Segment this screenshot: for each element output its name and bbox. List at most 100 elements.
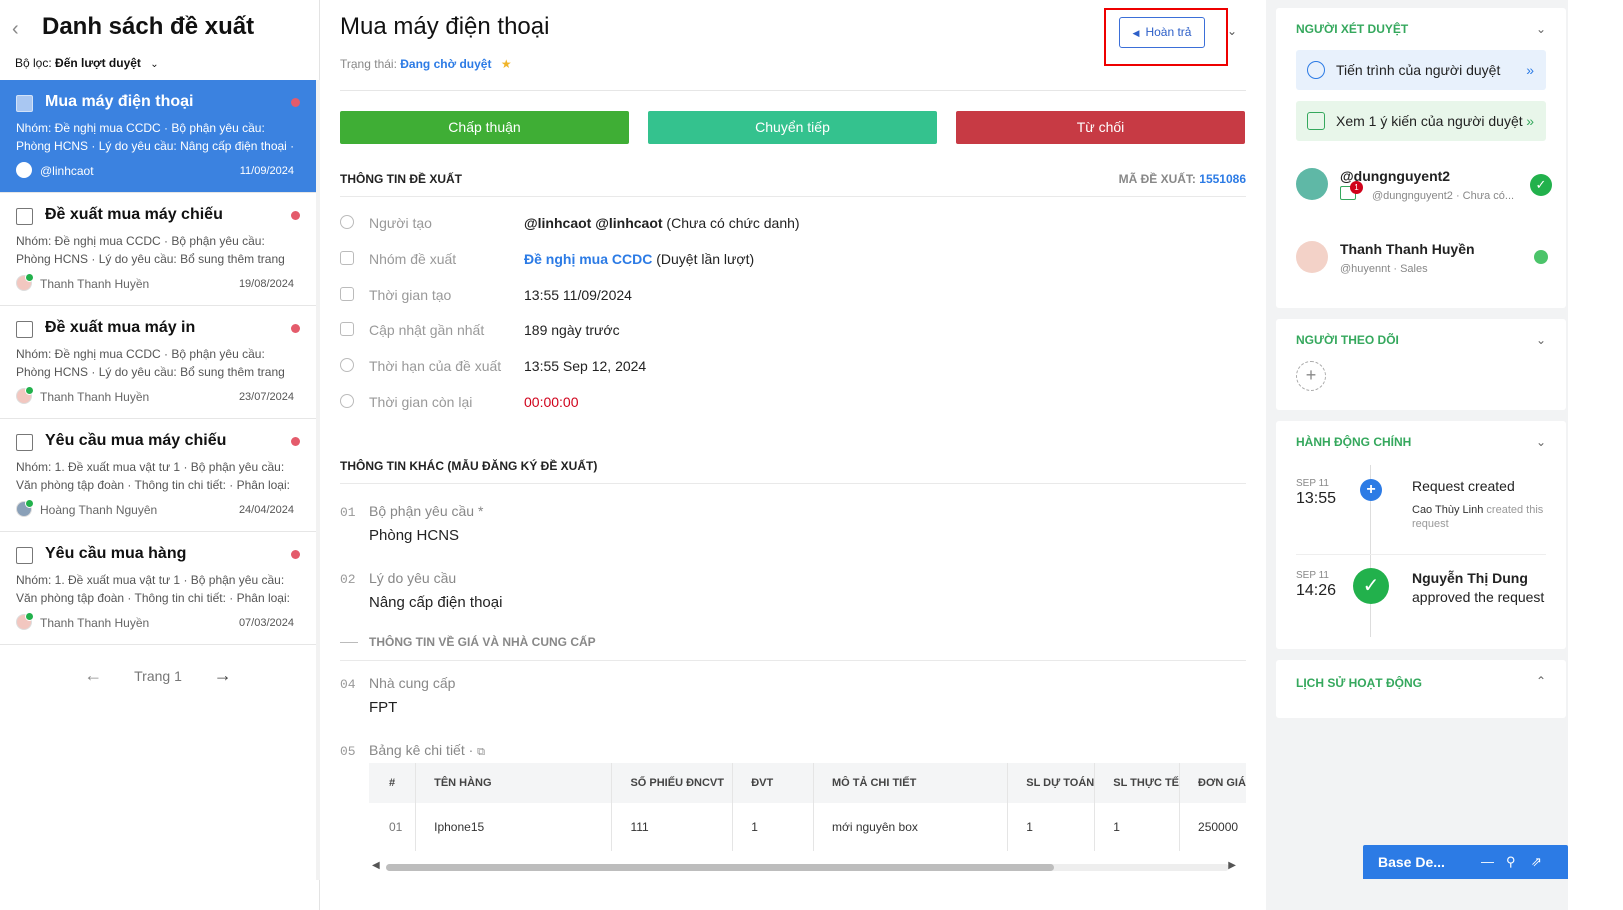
clock-icon xyxy=(340,393,354,408)
back-arrow-icon[interactable]: ‹ xyxy=(12,18,19,41)
item-checkbox[interactable] xyxy=(16,434,33,451)
forward-button[interactable]: Chuyển tiếp xyxy=(648,111,937,144)
chevron-down-icon[interactable]: ⌄ xyxy=(1536,22,1546,36)
item-title: Đề xuất mua máy in xyxy=(45,319,196,336)
item-checkbox[interactable] xyxy=(16,95,33,112)
list-item[interactable]: Đề xuất mua máy chiếu Nhóm: Đề nghị mua … xyxy=(0,193,316,306)
approver-progress-button[interactable]: Tiến trình của người duyệt » xyxy=(1296,50,1546,90)
chevron-down-icon[interactable]: ⌄ xyxy=(1536,435,1546,449)
prev-arrow-icon[interactable]: ← xyxy=(84,665,102,686)
copy-icon[interactable]: ⧉ xyxy=(477,746,485,758)
approve-button[interactable]: Chấp thuận xyxy=(340,111,629,144)
approver-item[interactable]: @dungnguyent2 1 @dungnguyent2 · Chưa có.… xyxy=(1296,168,1552,218)
page-label: Trang 1 xyxy=(134,668,182,684)
list-item[interactable]: Đề xuất mua máy in Nhóm: Đề nghị mua CCD… xyxy=(0,306,316,419)
button-label: Xem 1 ý kiến của người duyệt xyxy=(1336,113,1523,129)
table-scrollbar[interactable]: ◀ ▶ xyxy=(369,860,1246,874)
plus-circle-icon: + xyxy=(1360,479,1382,501)
timeline-time: 13:55 xyxy=(1296,490,1337,507)
chat-widget[interactable]: Base De... — ⚲ ⇗ xyxy=(1363,845,1568,879)
detail-panel: Mua máy điện thoại Trạng thái: Đang chờ … xyxy=(321,0,1265,910)
unread-dot xyxy=(291,550,300,559)
table-cell: Iphone15 xyxy=(415,803,613,851)
scroll-right-icon[interactable]: ▶ xyxy=(1228,860,1236,871)
unread-dot xyxy=(291,437,300,446)
table-cell: 250000 xyxy=(1179,803,1246,851)
item-checkbox[interactable] xyxy=(16,321,33,338)
filter-label: Bộ lọc: xyxy=(15,56,52,70)
scroll-thumb[interactable] xyxy=(386,864,1054,871)
group-link[interactable]: Đề nghị mua CCDC xyxy=(524,251,652,267)
item-description: Nhóm: Đề nghị mua CCDC · Bộ phận yêu cầu… xyxy=(16,121,295,153)
followers-panel: NGƯỜI THEO DÕI ⌄ + xyxy=(1276,319,1566,410)
scroll-left-icon[interactable]: ◀ xyxy=(372,860,380,871)
list-scrollbar[interactable] xyxy=(316,80,320,880)
creator-name[interactable]: @linhcaot @linhcaot xyxy=(524,215,663,231)
list-item[interactable]: Mua máy điện thoại Nhóm: Đề nghị mua CCD… xyxy=(0,80,316,193)
view-opinions-button[interactable]: Xem 1 ý kiến của người duyệt » xyxy=(1296,101,1546,141)
info-block: Người tạo @linhcaot @linhcaot (Chưa có c… xyxy=(340,212,1240,427)
list-item[interactable]: Yêu cầu mua hàng Nhóm: 1. Đề xuất mua vậ… xyxy=(0,532,316,645)
panel-title: NGƯỜI THEO DÕI xyxy=(1296,333,1399,347)
chevron-down-icon[interactable]: ⌄ xyxy=(1536,333,1546,347)
chevron-up-icon[interactable]: ⌃ xyxy=(1536,674,1546,688)
search-icon[interactable]: ⚲ xyxy=(1506,845,1516,879)
filter-dropdown[interactable]: Bộ lọc: Đến lượt duyệt ⌄ xyxy=(15,56,159,70)
column-header: # xyxy=(369,763,417,803)
reject-button[interactable]: Từ chối xyxy=(956,111,1245,144)
avatar xyxy=(16,612,34,630)
section-title-other: THÔNG TIN KHÁC (MẪU ĐĂNG KÝ ĐỀ XUẤT) xyxy=(340,459,598,473)
add-follower-icon[interactable]: + xyxy=(1296,361,1326,391)
minimize-icon[interactable]: — xyxy=(1481,845,1494,879)
clock-icon xyxy=(340,358,354,373)
table-row: 01 Iphone15 111 1 mới nguyên box 1 1 250… xyxy=(369,803,1246,851)
list-item[interactable]: Yêu cầu mua máy chiếu Nhóm: 1. Đề xuất m… xyxy=(0,419,316,532)
table-cell: 01 xyxy=(369,803,417,851)
table-cell: mới nguyên box xyxy=(813,803,1009,851)
calendar-icon xyxy=(340,286,354,301)
info-value: 189 ngày trước xyxy=(524,322,620,339)
popout-icon[interactable]: ⇗ xyxy=(1531,845,1542,879)
field-number: 04 xyxy=(340,677,356,692)
status-line: Trạng thái: Đang chờ duyệt ★ xyxy=(340,57,512,71)
divider xyxy=(340,196,1246,197)
timeline-rest: approved the request xyxy=(1412,589,1545,605)
main-actions-panel: HÀNH ĐỘNG CHÍNH ⌄ SEP 11 13:55 + Request… xyxy=(1276,421,1566,649)
unread-dot xyxy=(291,324,300,333)
code-value[interactable]: 1551086 xyxy=(1199,172,1246,186)
field-label: Bộ phận yêu cầu * xyxy=(369,503,484,519)
info-value: 13:55 Sep 12, 2024 xyxy=(524,358,647,375)
list-title: Danh sách đề xuất xyxy=(42,13,255,40)
timeline-month: SEP 11 xyxy=(1296,570,1329,581)
return-button[interactable]: ◀ Hoàn trả xyxy=(1119,17,1205,48)
field-number: 02 xyxy=(340,572,356,587)
timeline-time: 14:26 xyxy=(1296,582,1337,599)
remaining-time: 00:00:00 xyxy=(524,393,579,410)
table-cell: 111 xyxy=(611,803,734,851)
info-label: Người tạo xyxy=(369,215,432,231)
chevron-down-icon[interactable]: ⌄ xyxy=(1227,24,1237,38)
star-icon[interactable]: ★ xyxy=(501,57,512,71)
history-panel: LỊCH SỬ HOẠT ĐỘNG ⌃ xyxy=(1276,660,1566,718)
panel-title: LỊCH SỬ HOẠT ĐỘNG xyxy=(1296,676,1422,690)
info-value: @linhcaot @linhcaot (Chưa có chức danh) xyxy=(524,215,800,231)
comment-badge-icon[interactable]: 1 xyxy=(1340,181,1363,200)
approver-item[interactable]: Thanh Thanh Huyền @huyennt · Sales xyxy=(1296,241,1552,291)
panel-title: NGƯỜI XÉT DUYỆT xyxy=(1296,22,1409,36)
item-description: Nhóm: 1. Đề xuất mua vật tư 1 · Bộ phận … xyxy=(16,460,290,492)
page-title: Mua máy điện thoại xyxy=(340,13,550,40)
proposal-code: MÃ ĐỀ XUẤT: 1551086 xyxy=(1119,172,1246,186)
divider xyxy=(340,90,1246,91)
field-value: FPT xyxy=(369,699,398,716)
item-title: Yêu cầu mua hàng xyxy=(45,545,187,562)
item-author: Thanh Thanh Huyền xyxy=(40,277,150,291)
timeline-actor: Cao Thùy Linh xyxy=(1412,504,1484,516)
item-checkbox[interactable] xyxy=(16,547,33,564)
item-title: Đề xuất mua máy chiếu xyxy=(45,206,223,223)
next-arrow-icon[interactable]: → xyxy=(214,665,232,686)
avatar xyxy=(16,499,34,517)
item-checkbox[interactable] xyxy=(16,208,33,225)
item-author: @linhcaot xyxy=(40,164,94,178)
double-chevron-right-icon: » xyxy=(1526,62,1534,78)
item-date: 23/07/2024 xyxy=(238,391,294,403)
